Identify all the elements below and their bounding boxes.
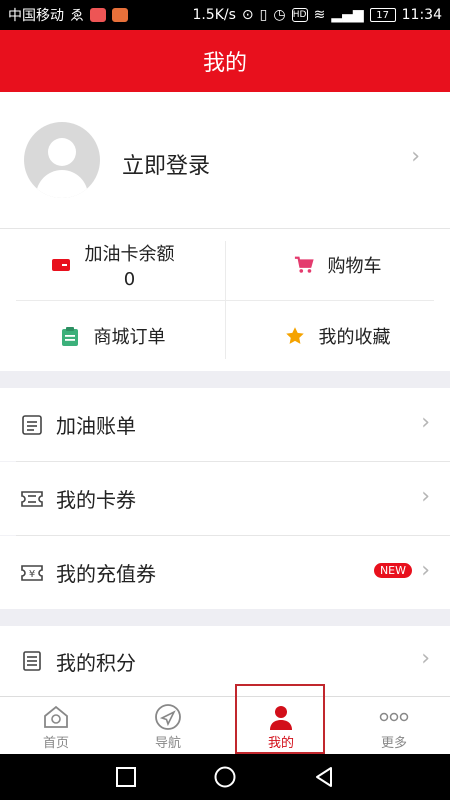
mall-orders-label: 商城订单 [93, 326, 166, 348]
section-gap [0, 371, 450, 388]
fuel-card-balance-label: 加油卡余额 [84, 243, 175, 265]
coupon-icon [20, 487, 44, 511]
tab-navigation[interactable]: 导航 [112, 697, 224, 755]
more-dots-icon [379, 702, 409, 732]
svg-text:¥: ¥ [29, 569, 35, 580]
my-coupons-item[interactable]: 我的卡券 › [0, 462, 450, 535]
app-notification-icon-2 [112, 8, 128, 22]
section-gap [0, 609, 450, 626]
clipboard-icon [60, 326, 80, 346]
bill-icon [20, 413, 44, 437]
wifi-icon: ≋ [313, 7, 326, 23]
card-icon [51, 255, 71, 275]
home-circle-icon[interactable] [212, 764, 238, 790]
page-title: 我的 [202, 51, 247, 76]
battery-icon: 17 [369, 8, 396, 22]
fuel-card-balance-value: 0 [123, 268, 136, 290]
signal-icon: ▂▄▆ [331, 7, 364, 23]
system-navigation-bar [0, 754, 450, 800]
user-icon [267, 702, 295, 732]
chevron-right-icon: › [421, 484, 430, 509]
network-speed: 1.5K/s [192, 7, 236, 23]
tab-home[interactable]: 首页 [0, 697, 112, 755]
clock: 11:34 [401, 7, 442, 23]
star-icon [285, 326, 305, 346]
quick-actions: 加油卡余额 0 购物车 商城订单 我的收藏 [0, 229, 450, 371]
profile-login-row[interactable]: 立即登录 › [0, 92, 450, 229]
chevron-right-icon: › [411, 144, 420, 169]
avatar[interactable] [24, 122, 100, 198]
cart-icon [294, 255, 314, 275]
recent-apps-icon[interactable] [113, 764, 139, 790]
mall-orders-button[interactable]: 商城订单 [0, 300, 225, 371]
favorites-button[interactable]: 我的收藏 [225, 300, 450, 371]
fuel-bill-item[interactable]: 加油账单 › [0, 388, 450, 461]
chevron-right-icon: › [421, 558, 430, 583]
bottom-tab-bar: 首页 导航 我的 更多 [0, 696, 450, 754]
my-points-item[interactable]: 我的积分 › [0, 626, 450, 696]
tab-navigation-label: 导航 [154, 735, 181, 751]
fuel-card-balance-button[interactable]: 加油卡余额 0 [0, 229, 225, 300]
my-points-label: 我的积分 [56, 650, 136, 675]
tab-home-label: 首页 [42, 735, 69, 751]
tab-mine[interactable]: 我的 [225, 697, 337, 755]
top-bar: 我的 [0, 30, 450, 92]
login-link[interactable]: 立即登录 [122, 148, 210, 180]
avatar-body-shape [36, 170, 88, 198]
new-badge: NEW [373, 563, 412, 578]
navigation-icon [154, 702, 182, 732]
chevron-right-icon: › [421, 410, 430, 435]
hd-icon: HD [291, 8, 308, 22]
avatar-head-shape [48, 138, 76, 166]
fuel-bill-label: 加油账单 [56, 414, 136, 438]
tab-more[interactable]: 更多 [338, 697, 450, 755]
tab-more-label: 更多 [380, 735, 407, 751]
status-bar: 中国移动 ゑ 1.5K/s ⊙ ▯ ◷ HD ≋ ▂▄▆ 17 11:34 [0, 0, 450, 30]
cart-button[interactable]: 购物车 [225, 229, 450, 300]
location-icon: ⊙ [241, 7, 254, 23]
carrier-label: 中国移动 [8, 8, 64, 24]
tab-mine-label: 我的 [267, 735, 294, 751]
my-recharge-vouchers-label: 我的充值券 [56, 562, 156, 586]
vibrate-icon: ▯ [259, 7, 268, 23]
my-recharge-vouchers-item[interactable]: ¥ 我的充值券 NEW › [0, 536, 450, 609]
my-coupons-label: 我的卡券 [56, 488, 136, 512]
yen-voucher-icon: ¥ [20, 561, 44, 585]
signal-extra-icon: ゑ [70, 8, 84, 24]
back-triangle-icon[interactable] [311, 764, 337, 790]
chevron-right-icon: › [421, 646, 430, 671]
home-icon [42, 702, 70, 732]
alarm-icon: ◷ [273, 7, 286, 23]
points-list-icon [20, 649, 44, 673]
app-notification-icon [90, 8, 106, 22]
favorites-label: 我的收藏 [318, 326, 391, 348]
cart-label: 购物车 [327, 255, 382, 277]
